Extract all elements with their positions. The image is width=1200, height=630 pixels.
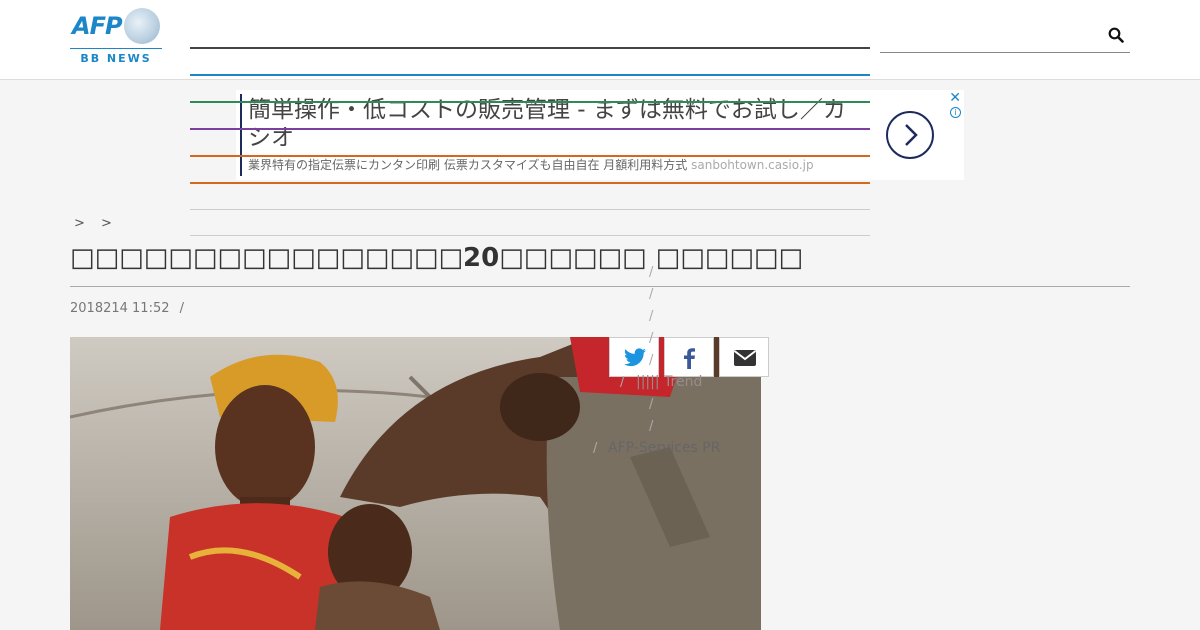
twitter-icon (624, 348, 646, 367)
nav-divider-blue (190, 74, 870, 76)
divider (190, 235, 870, 236)
ad-description-text: 業界特有の指定伝票にカンタン印刷 伝票カスタマイズも自由自在 月額利用料方式 (248, 158, 688, 172)
logo-subtitle: BB NEWS (80, 52, 152, 65)
article-title: □□□□□□□□□□□□□□□□20□□□□□□ □□□□□□ (70, 243, 804, 273)
globe-icon (124, 8, 160, 44)
ad-title[interactable]: 簡単操作・低コストの販売管理 - まずは無料でお試し／カシオ (248, 96, 868, 152)
logo-text: AFP (72, 12, 123, 40)
nav-divider-dark (190, 47, 870, 49)
advertisement[interactable]: 簡単操作・低コストの販売管理 - まずは無料でお試し／カシオ 業界特有の指定伝票… (236, 90, 964, 180)
site-header: AFP BB NEWS (0, 0, 1200, 80)
meta-separator: / (179, 301, 185, 316)
sidebar-trend-link[interactable]: ||||| Trend (636, 374, 702, 390)
sidebar-services-link[interactable]: AFP-Services PR (608, 440, 720, 456)
info-icon[interactable]: i (950, 107, 961, 118)
divider (190, 209, 870, 210)
facebook-share-button[interactable] (664, 337, 714, 377)
article-meta: 2018214 11:52 / (70, 301, 184, 316)
sidebar-divider: / (649, 331, 654, 346)
sidebar-divider: / (620, 375, 625, 390)
sidebar-divider: / (649, 309, 654, 324)
facebook-icon (684, 348, 695, 369)
publish-date: 2018214 11:52 (70, 301, 170, 316)
email-share-button[interactable] (719, 337, 769, 377)
nav-divider-orange-2 (190, 182, 870, 184)
ad-next-button[interactable] (886, 111, 934, 159)
search-input[interactable] (880, 20, 1130, 53)
afp-bb-news-logo[interactable]: AFP BB NEWS (70, 8, 162, 66)
chevron-right-icon (905, 124, 918, 146)
close-icon[interactable]: ✕ (949, 90, 961, 106)
sidebar-divider: / (649, 265, 654, 280)
nav-divider-green (190, 101, 870, 103)
sidebar-divider: / (649, 397, 654, 412)
sidebar-divider: / (649, 353, 654, 368)
breadcrumb[interactable]: > > (74, 216, 118, 231)
ad-domain: sanbohtown.casio.jp (691, 158, 814, 172)
envelope-icon (733, 350, 757, 366)
sidebar-divider: / (649, 287, 654, 302)
ad-description[interactable]: 業界特有の指定伝票にカンタン印刷 伝票カスタマイズも自由自在 月額利用料方式 s… (248, 156, 814, 173)
nav-divider-purple (190, 128, 870, 130)
sidebar-divider: / (649, 419, 654, 434)
nav-divider-orange (190, 155, 870, 157)
search-icon[interactable] (1108, 27, 1124, 43)
sidebar-divider: / (593, 441, 598, 456)
